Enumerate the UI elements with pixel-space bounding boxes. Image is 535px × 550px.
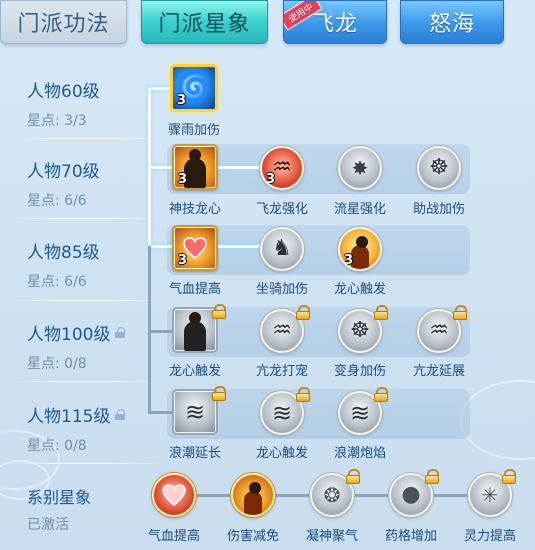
skill-liuxing-qianghua[interactable]: ✸: [338, 146, 382, 190]
star-count: 3: [266, 172, 276, 187]
lock-icon: [453, 305, 467, 320]
skill-label: 龙心触发: [255, 446, 308, 461]
level-text: 人物100级: [27, 325, 111, 345]
fire-warrior-icon: [351, 236, 369, 269]
skill-longxin-chufa[interactable]: 3: [338, 227, 382, 271]
meditation-icon: ☸: [429, 155, 449, 180]
skill-label: 龙心触发: [168, 364, 221, 379]
star-count: 3: [178, 172, 188, 187]
star-panel: 门派功法 门派星象 使用中 飞龙 怒海 人物60级 星点: 3/3 人物70级 …: [0, 0, 535, 550]
connector-line: [216, 245, 262, 248]
skill-zhuzhan-jiashang[interactable]: ☸: [417, 146, 461, 190]
tab-sect-skills[interactable]: 门派功法: [0, 0, 127, 44]
skill-label: 龙心触发: [333, 282, 386, 297]
row-divider: [12, 381, 160, 382]
skill-label: 浪潮炮焰: [333, 446, 386, 461]
connector-line: [148, 166, 172, 169]
heart-icon: [162, 484, 186, 506]
star-count: 3: [177, 93, 187, 108]
connector-line: [148, 330, 172, 333]
row-label-100: 人物100级 星点: 0/8: [27, 320, 126, 373]
skill-label: 药格增加: [384, 529, 437, 544]
series-title: 系别星象: [27, 488, 92, 507]
star-count: 3: [344, 253, 354, 268]
skill-label: 伤害减免: [226, 529, 279, 544]
series-label: 系别星象 已激活: [27, 484, 91, 534]
wave-icon: ≋: [184, 398, 206, 426]
level-text: 人物70级: [27, 162, 100, 182]
skill-label: 助战加伤: [412, 202, 465, 217]
tab-label: 门派功法: [17, 12, 110, 37]
skill-label: 亢龙打宠: [255, 364, 308, 379]
series-status: 已激活: [27, 517, 69, 533]
skill-label: 凝神聚气: [305, 529, 358, 544]
skill-label: 浪潮延长: [168, 446, 221, 461]
lock-icon: [374, 387, 388, 402]
lock-icon: [212, 386, 226, 401]
level-line: 人物115级: [27, 402, 126, 427]
connector-line: [216, 166, 262, 169]
fire-warrior-icon: [184, 149, 206, 188]
row-divider: [12, 463, 160, 464]
skill-label: 骤雨加伤: [167, 123, 220, 138]
level-text: 人物60级: [27, 82, 100, 102]
lock-icon: [115, 327, 126, 338]
tab-sect-stars[interactable]: 门派星象: [141, 0, 268, 44]
row-divider: [12, 218, 160, 219]
lock-icon: [502, 469, 516, 484]
skill-feilong-qianghua[interactable]: ♒ 3: [260, 146, 304, 190]
star-count: 3: [178, 253, 188, 268]
star-points: 星点: 0/8: [27, 438, 87, 454]
row-divider: [12, 300, 160, 301]
skill-label: 坐骑加伤: [255, 282, 308, 297]
skill-zhouyu-jiashang[interactable]: 🌀 3: [170, 64, 218, 112]
shield-warrior-icon: [244, 482, 262, 515]
warrior-icon: [184, 312, 206, 351]
cloud-decoration: [460, 380, 535, 460]
series-shanghai-jianmian[interactable]: [231, 473, 275, 517]
lock-icon: [296, 305, 310, 320]
skill-shenji-longxin[interactable]: 3: [172, 144, 218, 190]
level-text: 人物115级: [27, 407, 111, 427]
skill-label: 神技龙心: [168, 202, 221, 217]
row-label-70: 人物70级 星点: 6/6: [27, 157, 100, 210]
star-points: 星点: 6/6: [27, 193, 87, 209]
star-points: 星点: 3/3: [27, 113, 87, 129]
skill-label: 流星强化: [333, 202, 386, 217]
series-qixue-tigao[interactable]: [152, 473, 196, 517]
row-divider: [12, 138, 160, 139]
lock-icon: [374, 305, 388, 320]
row-label-115: 人物115级 星点: 0/8: [27, 402, 126, 455]
connector-line: [148, 411, 172, 414]
skill-label: 气血提高: [168, 282, 221, 297]
lock-icon: [346, 469, 360, 484]
meteor-icon: ✸: [351, 156, 369, 180]
level-text: 人物85级: [27, 243, 100, 263]
star-points: 星点: 0/8: [27, 356, 87, 372]
skill-label: 灵力提高: [463, 529, 516, 544]
skill-label: 飞龙强化: [255, 202, 308, 217]
tab-feilong[interactable]: 使用中 飞龙: [283, 0, 387, 44]
star-points: 星点: 6/6: [27, 274, 87, 290]
skill-label: 气血提高: [147, 529, 200, 544]
skill-label: 变身加伤: [333, 364, 386, 379]
lock-icon: [425, 469, 439, 484]
skill-qixue-tigao[interactable]: 3: [172, 225, 218, 271]
row-label-85: 人物85级 星点: 6/6: [27, 238, 100, 291]
lock-icon: [115, 409, 126, 420]
connector-line: [148, 87, 172, 90]
skill-label: 亢龙延展: [412, 364, 465, 379]
level-line: 人物100级: [27, 320, 126, 345]
row-label-60: 人物60级 星点: 3/3: [27, 77, 100, 130]
connector-line: [148, 245, 172, 248]
tab-label: 怒海: [428, 12, 475, 37]
tab-nuhai[interactable]: 怒海: [400, 0, 504, 44]
beast-mount-icon: ♞: [272, 236, 292, 261]
lock-icon: [296, 387, 310, 402]
skill-zuoqi-jiashang[interactable]: ♞: [260, 227, 304, 271]
tab-label: 门派星象: [158, 12, 251, 37]
lock-icon: [212, 304, 226, 319]
